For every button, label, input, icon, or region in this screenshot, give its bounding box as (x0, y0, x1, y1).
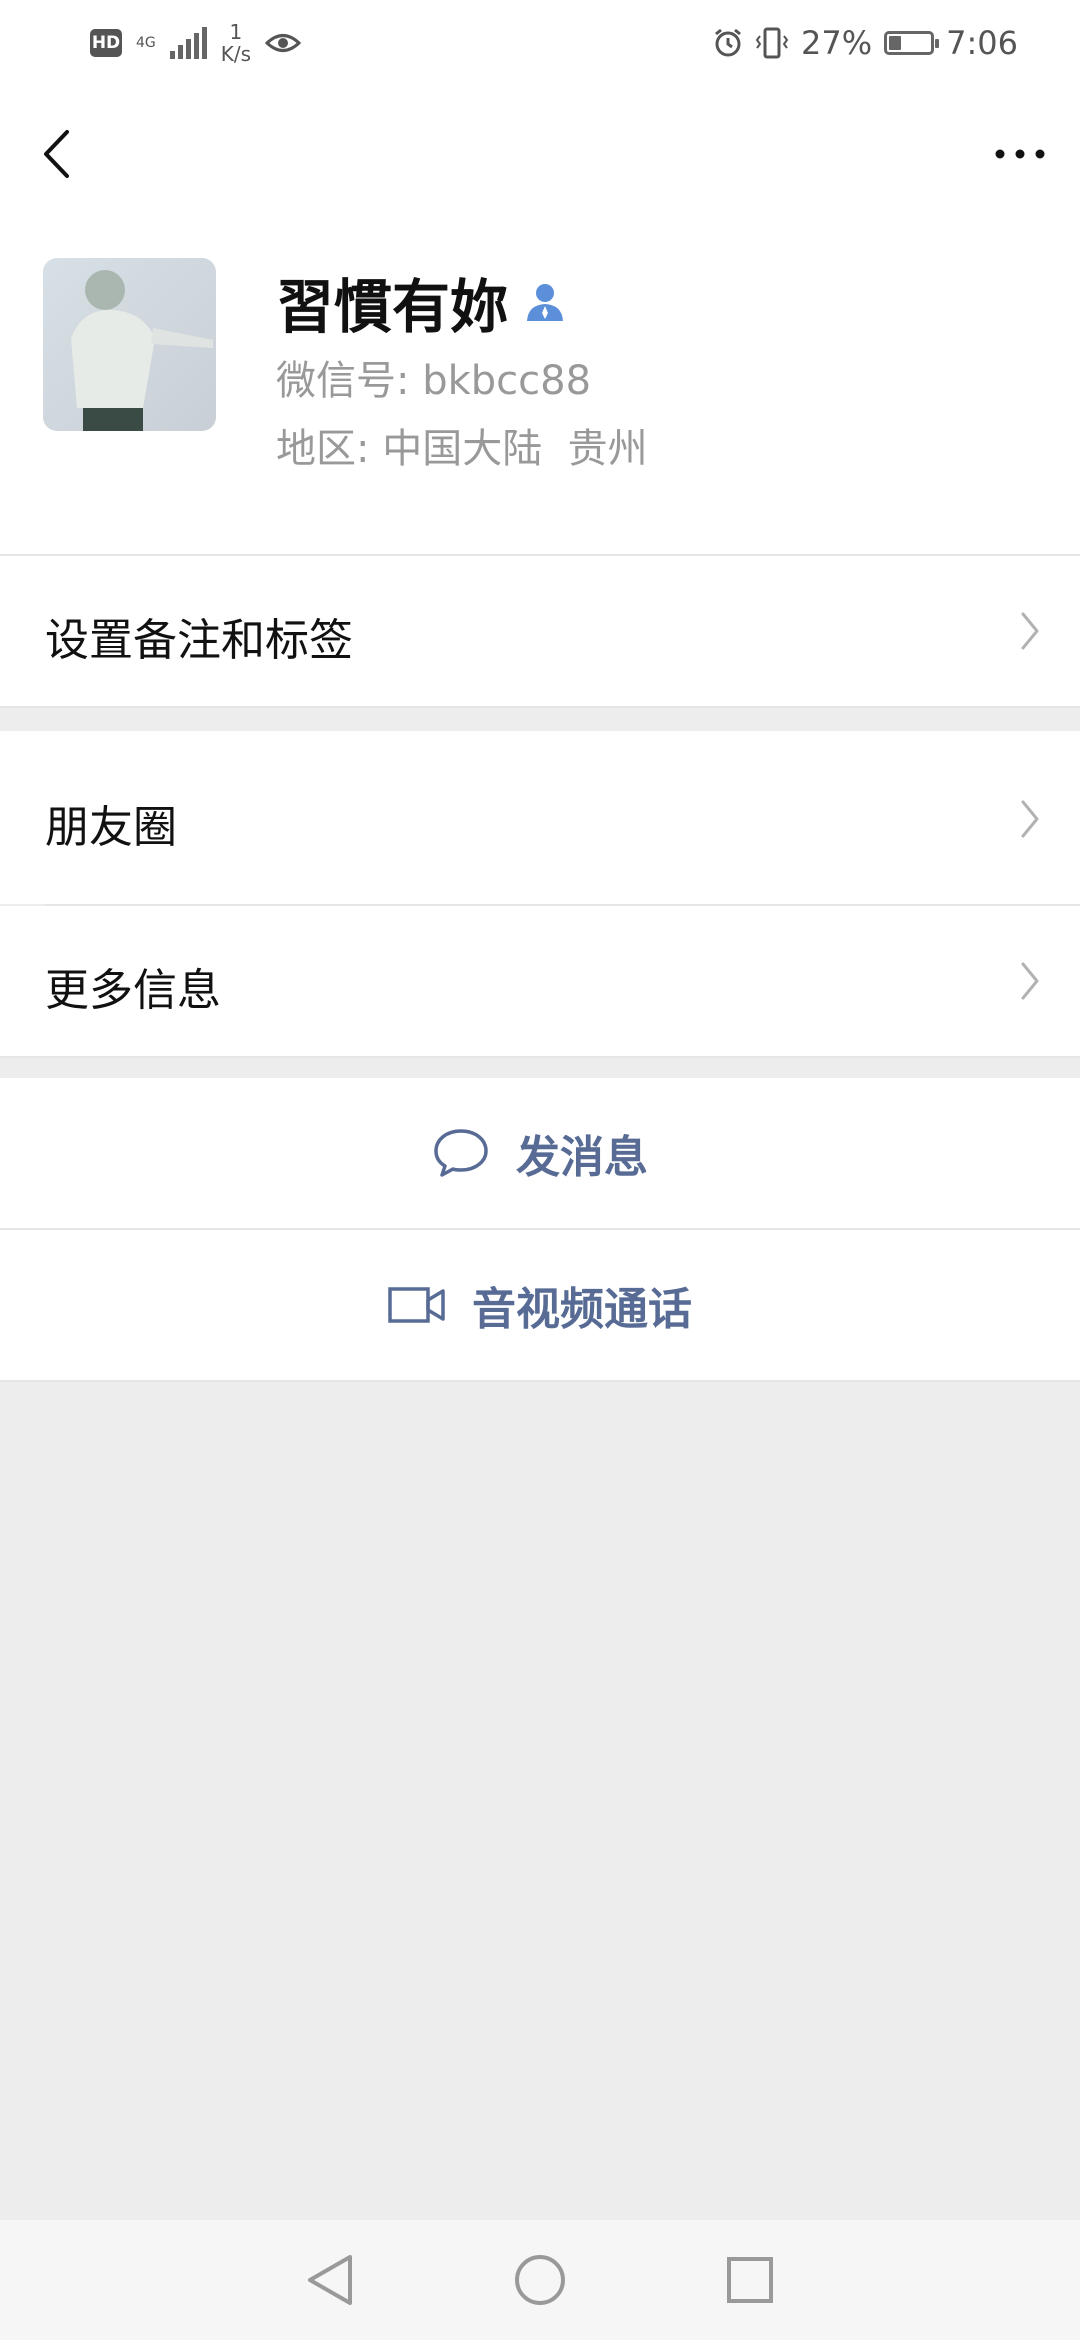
name-row: 習慣有妳 (276, 260, 566, 344)
clock: 7:06 (946, 24, 1018, 62)
send-message-button[interactable]: 发消息 (0, 1078, 1080, 1228)
triangle-back-icon (308, 2255, 352, 2305)
remark-row[interactable]: 设置备注和标签 (0, 556, 1080, 706)
chevron-right-icon (1021, 612, 1039, 650)
network-type: 4G (136, 35, 156, 51)
divider (0, 1380, 1080, 1382)
square-recents-icon (727, 2257, 773, 2303)
moments-label: 朋友圈 (45, 802, 177, 853)
status-right: 27% 7:06 (713, 18, 1018, 68)
person-icon (527, 284, 564, 321)
video-camera-icon (388, 1287, 445, 1323)
back-button[interactable] (36, 124, 76, 184)
send-message-label: 发消息 (516, 1132, 648, 1183)
region: 地区: 中国大陆 贵州 (276, 426, 648, 472)
avatar-image (43, 258, 216, 431)
vibrate-icon (755, 27, 789, 59)
network-indicator: 4G (136, 36, 156, 50)
status-left: HD 4G 1 K/s (90, 18, 302, 68)
system-nav-bar (0, 2220, 1080, 2340)
divider (0, 706, 1080, 708)
eye-icon (265, 34, 302, 52)
chevron-right-icon (1021, 800, 1039, 838)
more-info-label: 更多信息 (45, 965, 221, 1016)
nav-home-button[interactable] (510, 2250, 570, 2310)
more-info-row[interactable]: 更多信息 (0, 906, 1080, 1056)
battery-icon (884, 31, 940, 55)
profile-card: 習慣有妳 微信号: bkbcc88 地区: 中国大陆 贵州 (0, 216, 1080, 556)
battery-percent: 27% (801, 24, 873, 62)
remark-label: 设置备注和标签 (45, 615, 353, 666)
navigation-bar (0, 86, 1080, 216)
more-button[interactable] (990, 134, 1050, 174)
divider (0, 1056, 1080, 1058)
avatar[interactable] (43, 258, 216, 431)
wechat-id: 微信号: bkbcc88 (276, 358, 592, 404)
contact-name: 習慣有妳 (276, 273, 509, 341)
chat-bubble-icon (434, 1129, 488, 1177)
network-speed: 1 K/s (221, 21, 251, 65)
hd-badge: HD (90, 29, 122, 57)
speed-unit: K/s (220, 42, 252, 66)
video-call-button[interactable]: 音视频通话 (0, 1230, 1080, 1380)
moments-row[interactable]: 朋友圈 (0, 731, 1080, 904)
circle-home-icon (515, 2255, 565, 2305)
signal-icon (169, 27, 207, 59)
status-bar: HD 4G 1 K/s 27% 7:06 (0, 0, 1080, 86)
alarm-icon (715, 28, 741, 57)
video-call-label: 音视频通话 (472, 1284, 692, 1335)
more-dots-icon (995, 149, 1045, 159)
chevron-right-icon (1021, 962, 1039, 1000)
speed-value: 1 (229, 20, 243, 44)
nav-back-button[interactable] (300, 2250, 360, 2310)
nav-recents-button[interactable] (720, 2250, 780, 2310)
chevron-left-icon (44, 130, 69, 178)
